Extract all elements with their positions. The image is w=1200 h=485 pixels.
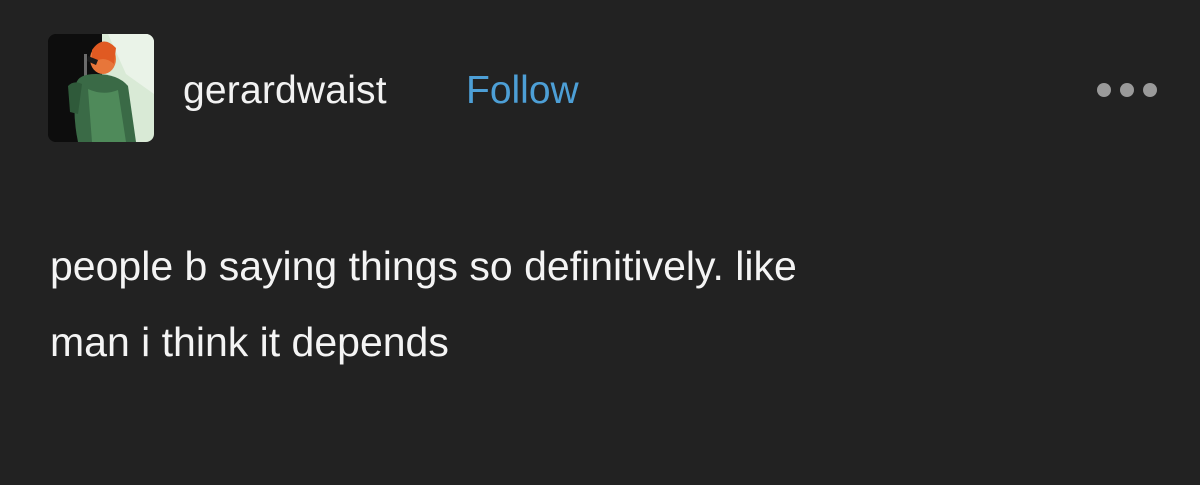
more-options-button[interactable] <box>1096 80 1158 100</box>
avatar-photo <box>48 34 154 142</box>
post-text-line: people b saying things so definitively. … <box>50 243 797 289</box>
follow-button[interactable]: Follow <box>466 68 579 114</box>
post-username[interactable]: gerardwaist <box>183 68 387 114</box>
post-text-line: man i think it depends <box>50 319 449 365</box>
post-header: gerardwaist Follow <box>48 34 1158 142</box>
more-horizontal-icon <box>1097 83 1157 97</box>
avatar[interactable] <box>48 34 154 142</box>
tumblr-post: gerardwaist Follow people b saying thing… <box>0 0 1200 485</box>
post-body: people b saying things so definitively. … <box>50 228 1150 380</box>
